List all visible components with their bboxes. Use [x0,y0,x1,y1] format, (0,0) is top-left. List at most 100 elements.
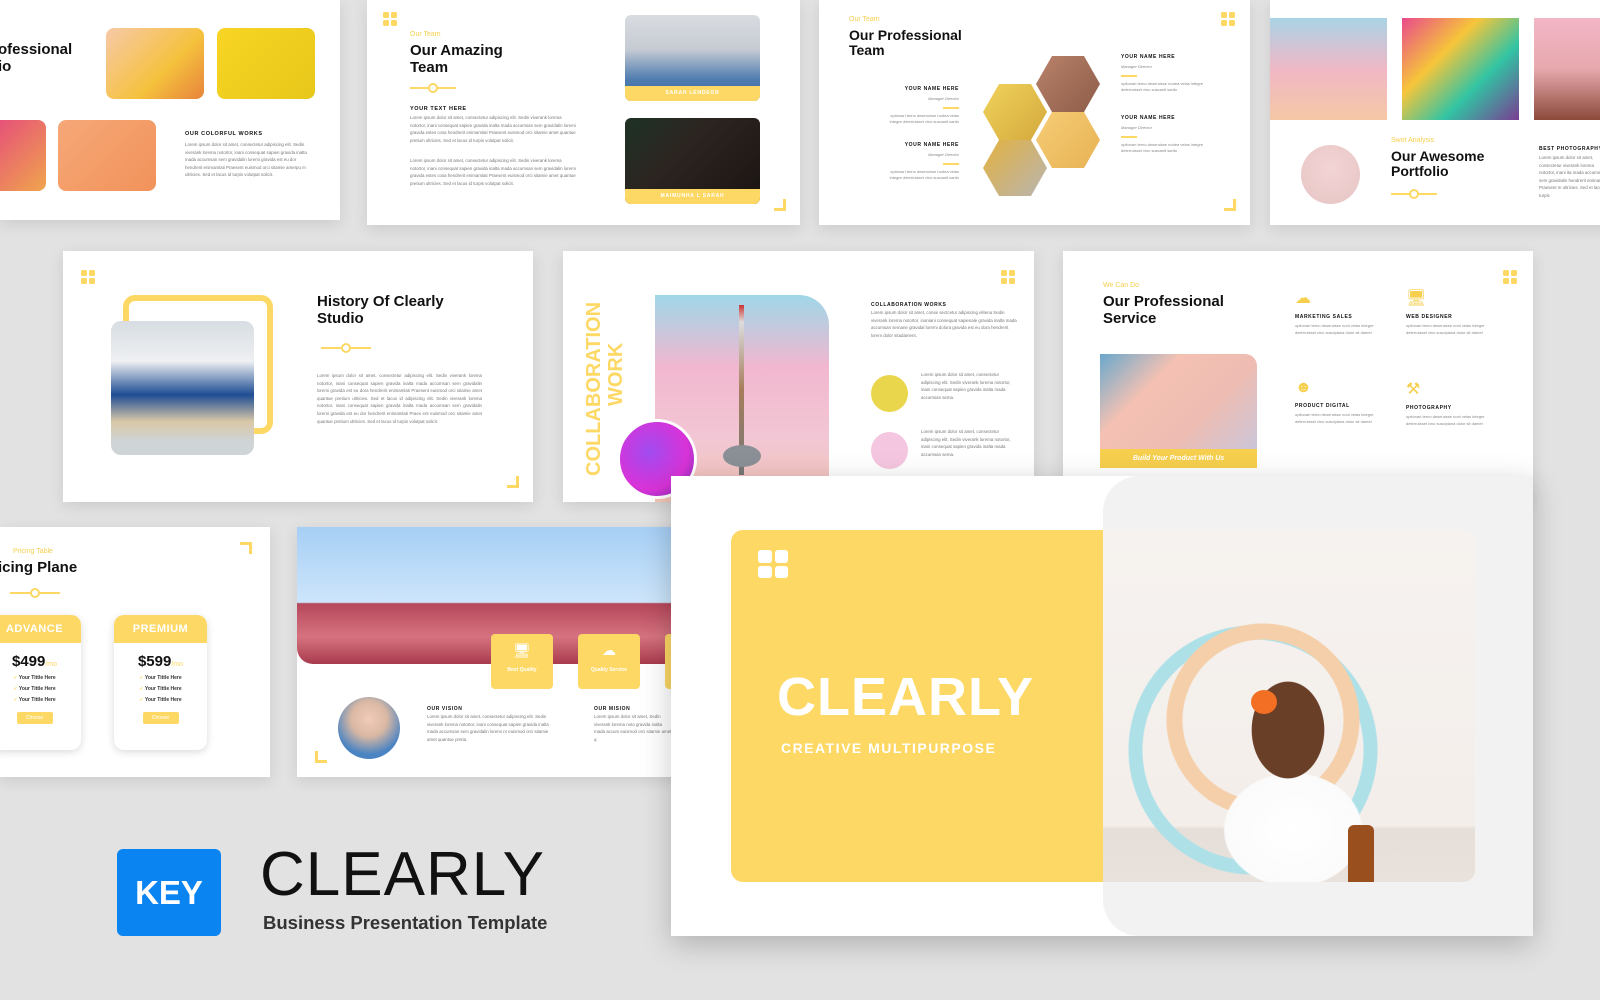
slide-title: icing Plane [0,559,78,576]
section-heading: YOUR TEXT HERE [410,106,467,112]
slide-professional-team[interactable]: Our Team Our Professional Team YOUR NAME … [819,0,1250,225]
product-subtitle: Business Presentation Template [263,912,548,933]
slide-service[interactable]: We Can Do Our Professional Service Build … [1063,251,1533,502]
plan-feature: ✓ Your Tittle Here [139,697,182,703]
plan-feature: ✓ Your Tittle Here [139,686,182,692]
slide-collaboration[interactable]: COLLABORATION WORK COLLABORATION WORKS L… [563,251,1034,502]
vision-text: Lorem ipsum dolor sit amet, consectetur … [427,714,549,742]
grid-icon [1221,12,1235,26]
cloud-monitor-icon: 🖥 [513,642,531,658]
grid-icon [1001,270,1015,284]
photo-pineapple [58,120,156,191]
slide-title: Our Amazing Team [410,42,503,76]
team-photo-1: SARAH LENDEOR [625,15,760,101]
service-item-4[interactable]: ⚒ PHOTOGRAPHY optionari terno deseruisse… [1406,379,1496,428]
banner-build-product[interactable]: Build Your Product With Us [1100,449,1257,468]
kicker: Our Team [410,31,441,38]
slider-decoration [410,83,456,93]
slide-title: Our Awesome Portfolio [1391,148,1485,180]
grid-icon [383,12,397,26]
hero-photo-woman-flowers [1103,530,1475,882]
corner-decoration [774,199,786,211]
item-text: Lorem ipsum dolor sit amet, consectetur … [921,429,1011,457]
member-name-bar: MAIMUNHA L SARAH [625,189,760,204]
choose-button[interactable]: Choose [142,712,179,724]
member-hex-photo-3 [1036,112,1100,168]
flower-bouquet [1251,690,1277,714]
kicker: We Can Do [1103,282,1140,289]
plan-feature: ✓ Your Tittle Here [139,675,182,681]
hero-subtitle: CREATIVE MULTIPURPOSE [781,740,997,756]
grid-icon [758,550,788,578]
member-hex-photo-1 [983,84,1047,140]
section-heading: OUR COLORFUL WORKS [185,131,263,137]
avatar-woman [338,697,400,759]
slide-colorful-works[interactable]: ofessional io OUR COLORFUL WORKS Lorem ip… [0,0,340,220]
corner-decoration [1224,199,1236,211]
service-item-1[interactable]: ☁ MARKETING SALES optionari terno deseru… [1295,288,1385,337]
vase [1348,825,1374,882]
body-text: Lorem ipsum dolor sit amet, consectetur … [317,373,482,424]
photo-plant-ladder [217,28,315,99]
badge-quality-service[interactable]: ☁ Quality Service [578,634,640,689]
plan-feature: ✓ Your Tittle Here [13,686,56,692]
plan-card-premium[interactable]: PREMIUM $599/mo ✓ Your Tittle Here ✓ You… [114,615,207,750]
mision-heading: OUR MISION [594,706,631,712]
key-badge: KEY [117,849,221,936]
service-item-3[interactable]: ☻ PRODUCT DIGITAL optionari terno deseru… [1295,379,1385,426]
hero-title: CLEARLY [777,667,1035,727]
member-card-left-2: YOUR NAME HERE Manager Director optionar… [889,142,959,180]
plan-price: $599/mo [137,653,184,670]
member-card-right-1: YOUR NAME HERE Manager Director optionar… [1121,54,1204,92]
tools-icon: ⚒ [1406,381,1421,398]
photo-suitcase: Build Your Product With Us [1100,354,1257,468]
member-card-left-1: YOUR NAME HERE Manager Director optionar… [889,86,959,124]
corner-decoration-top [240,542,252,554]
cloud-lightning-icon: ☁ [1295,290,1311,307]
body-text: Lorem ipsum dolor sit amet, consectetur … [410,158,576,186]
section-heading: BEST PHOTOGRAPHY [1539,146,1600,152]
body-text: Lorem ipsum dolor sit amet, consectetur … [1539,155,1600,198]
service-item-2[interactable]: 🖥 WEB DESIGNER optionari terno deseruiss… [1406,288,1496,337]
photo-white-house [111,321,254,455]
plan-card-advance[interactable]: ADVANCE $499/mo ✓ Your Tittle Here ✓ You… [0,615,81,750]
cloud-monitor-icon: 🖥 [1406,290,1427,307]
photo-tower [1270,18,1387,120]
slide-vision-mission[interactable]: 🖥 Best Quality ☁ Quality Service OUR VIS… [297,527,717,777]
badge-best-quality[interactable]: 🖥 Best Quality [491,634,553,689]
member-card-right-2: YOUR NAME HERE Manager Director optionar… [1121,115,1204,153]
slide-pricing[interactable]: Pricing Table icing Plane ADVANCE $499/m… [0,527,270,777]
icon-plant-circle [871,432,908,469]
slide-title: Our Professional Team [849,27,962,59]
slide-amazing-team[interactable]: Our Team Our Amazing Team YOUR TEXT HERE … [367,0,800,225]
photo-donut-float [106,28,204,99]
mision-text: Lorem ipsum dolor sit amet, Sedin vivera… [594,714,672,742]
body-text: Lorem ipsum dolor sit amet, consectetur … [185,142,307,178]
product-name: CLEARLY [260,840,545,909]
plan-feature: ✓ Your Tittle Here [13,697,56,703]
icon-cup-circle [871,375,908,412]
slider-decoration [10,588,60,598]
slide-awesome-portfolio[interactable]: Swot Analysis Our Awesome Portfolio BEST … [1270,0,1600,225]
body-text: Lorem ipsum dolor sit amet, conse sectce… [871,310,1017,338]
body-text: Lorem ipsum dolor sit amet, consectetur … [410,115,576,143]
slide-hero-cover[interactable]: CLEARLY CREATIVE MULTIPURPOSE [671,476,1533,936]
slide-history[interactable]: History Of Clearly Studio Lorem ipsum dol… [63,251,533,502]
grid-icon [1503,270,1517,284]
kicker: Pricing Table [13,548,53,555]
brain-head-icon: ☻ [1295,379,1312,396]
slider-decoration [1391,189,1437,199]
vision-heading: OUR VISION [427,706,463,712]
choose-button[interactable]: Choose [16,712,53,724]
plan-price: $499/mo [11,653,58,670]
cloud-lightning-icon: ☁ [602,642,616,658]
photo-banana-bowl [0,120,46,191]
slide-title: History Of Clearly Studio [317,293,444,327]
corner-decoration-bottom [315,751,327,763]
photo-graffiti [1402,18,1519,120]
member-hex-photo-2 [1036,56,1100,112]
item-text: Lorem ipsum dolor sit amet, consectetur … [921,372,1011,400]
member-name-bar: SARAH LENDEOR [625,86,760,101]
photo-building [1534,18,1600,120]
plan-name: ADVANCE [0,615,81,643]
